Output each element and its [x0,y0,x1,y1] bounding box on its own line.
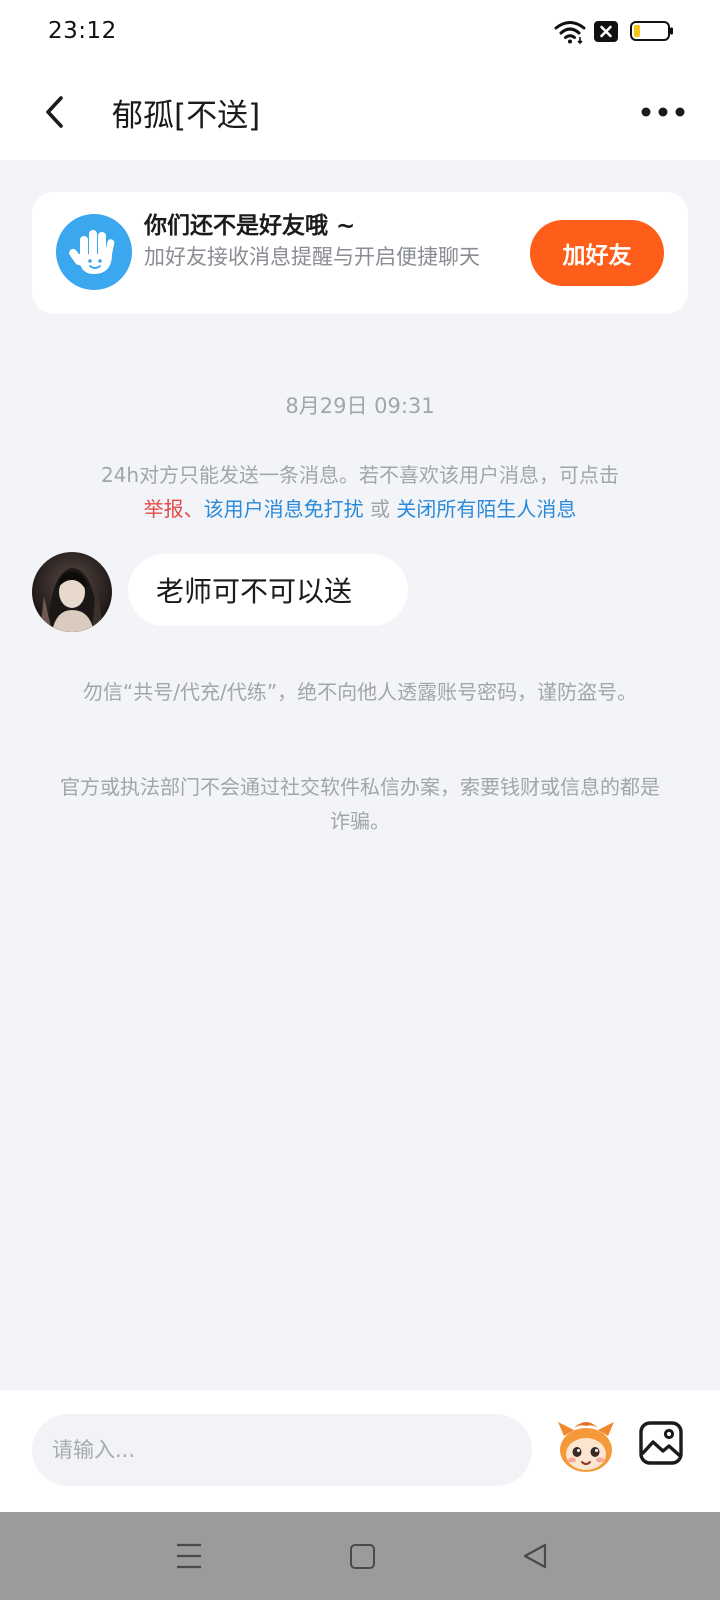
security-tip-fraud: 官方或执法部门不会通过社交软件私信办案，索要钱财或信息的都是诈骗。 [60,775,660,833]
notice-or: 或 [363,497,397,521]
battery-level-fill [634,25,640,37]
notice-text: 24h对方只能发送一条消息。若不喜欢该用户消息，可点击 [100,463,620,487]
back-icon[interactable] [38,92,74,132]
image-picker-icon[interactable] [638,1420,684,1466]
nav-home-icon[interactable] [350,1544,375,1569]
mute-user-link[interactable]: 该用户消息免打扰 [204,497,364,521]
emoji-mascot-icon[interactable] [556,1414,616,1478]
system-nav-bar [0,1512,720,1600]
avatar[interactable] [32,552,112,632]
status-time: 23:12 [48,18,117,44]
security-tip-account: 勿信“共号/代充/代练”，绝不向他人透露账号密码，谨防盗号。 [82,680,638,704]
notice-separator: 、 [183,497,204,521]
add-friend-button[interactable]: 加好友 [530,220,664,286]
chat-header: 郁孤[不送] [0,64,720,160]
nav-back-icon[interactable] [522,1542,548,1570]
card-description: 加好友接收消息提醒与开启便捷聊天 [144,245,480,269]
report-link[interactable]: 举报 [144,497,184,521]
wifi-icon [554,21,586,44]
input-bar [0,1390,720,1512]
nav-menu-icon[interactable] [176,1534,202,1578]
message-bubble[interactable]: 老师可不可以送 [128,554,408,626]
close-stranger-messages-link[interactable]: 关闭所有陌生人消息 [396,497,576,521]
stranger-message-notice: 24h对方只能发送一条消息。若不喜欢该用户消息，可点击 举报、该用户消息免打扰 … [30,458,690,526]
close-badge-icon [594,21,618,42]
page-title: 郁孤[不送] [112,98,261,134]
card-title: 你们还不是好友哦 ~ [144,213,356,239]
more-icon[interactable] [640,100,686,124]
status-bar: 23:12 [0,0,720,64]
hand-icon [56,214,132,290]
message-input[interactable] [32,1414,532,1486]
add-friend-card: 你们还不是好友哦 ~ 加好友接收消息提醒与开启便捷聊天 加好友 [32,192,688,314]
message-timestamp: 8月29日 09:31 [285,394,435,418]
chat-screen: 23:12 郁孤[不送] 你们还不是好友哦 ~ 加好友接收消息提醒与开启便捷聊天… [0,0,720,1600]
battery-icon [630,21,673,41]
